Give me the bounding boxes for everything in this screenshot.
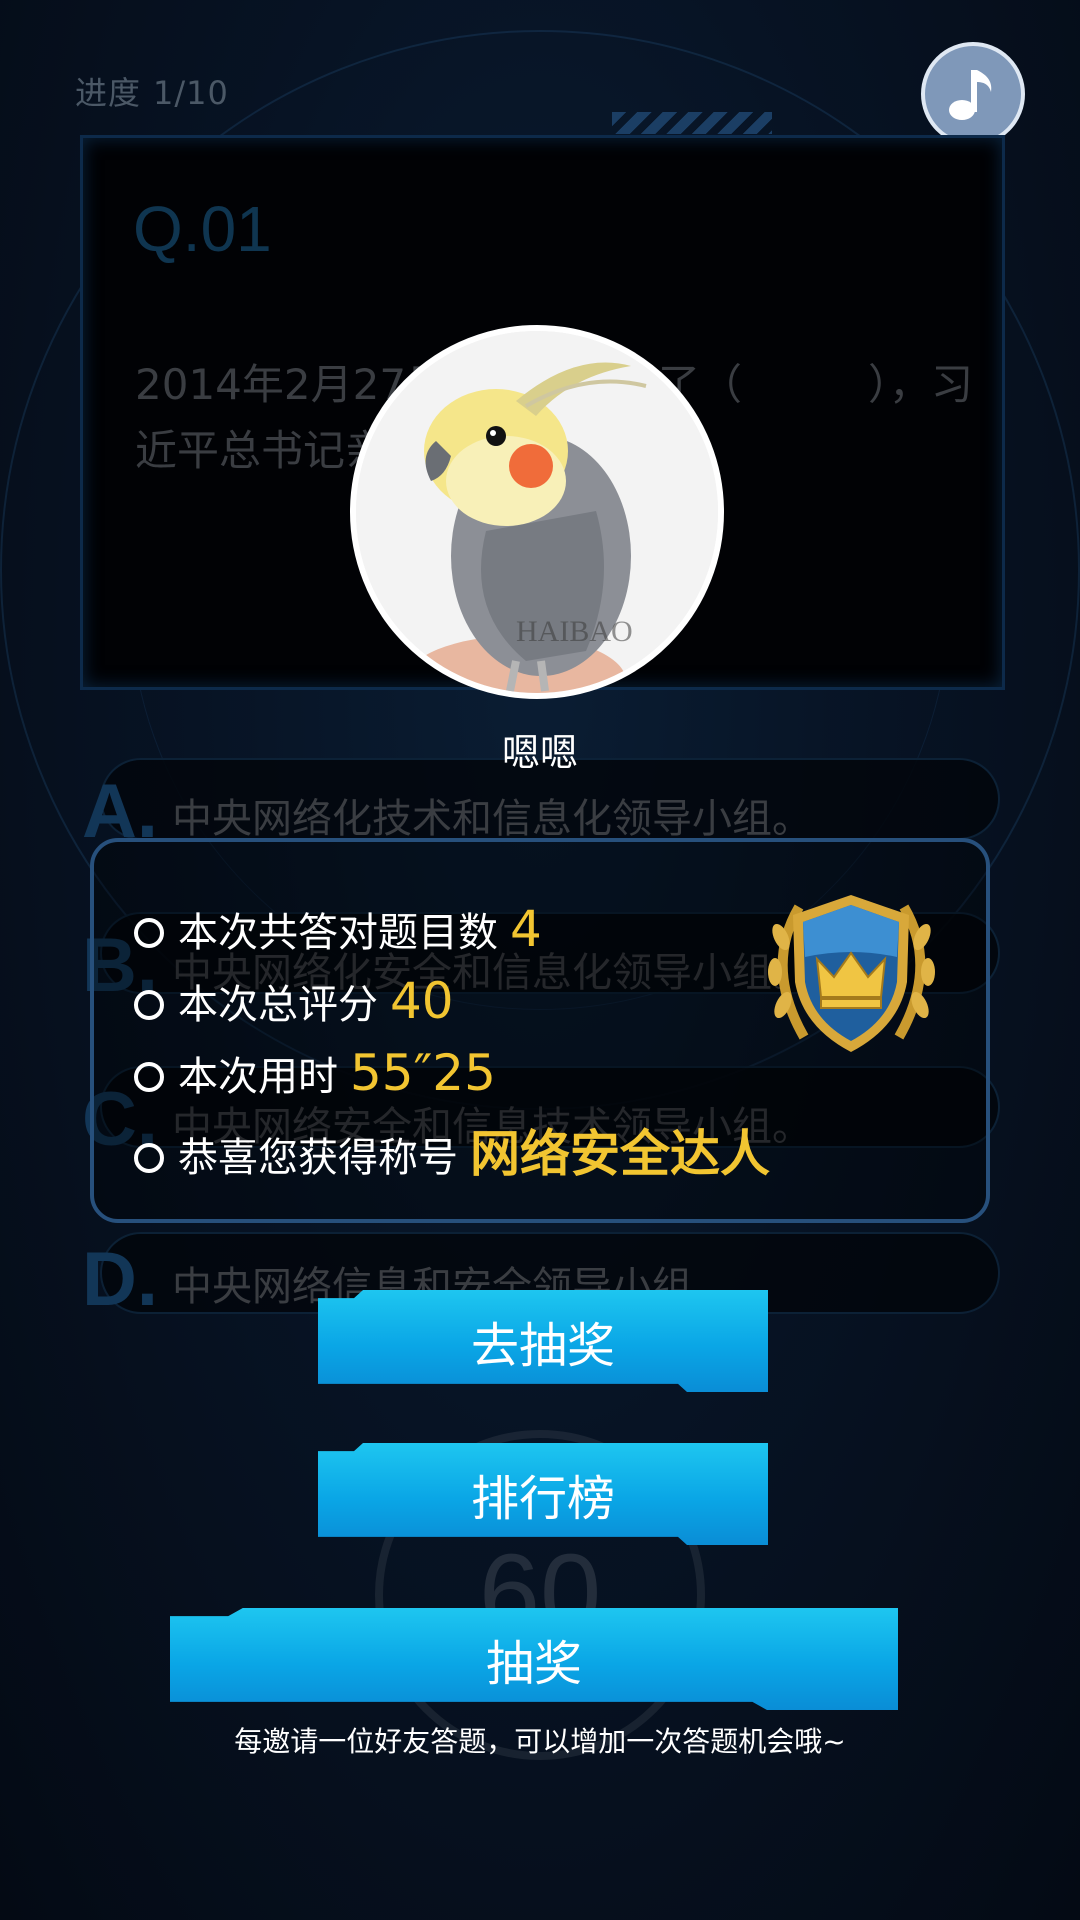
circle-bullet-icon	[134, 1062, 164, 1092]
progress-indicator: 进度 1/10	[75, 68, 229, 114]
progress-value: 1/10	[153, 74, 229, 112]
result-panel: 本次共答对题目数 4 本次总评分 40 本次用时 55″25 恭喜您获得称号 网…	[90, 838, 990, 1223]
invite-hint: 每邀请一位好友答题，可以增加一次答题机会哦~	[234, 1725, 846, 1758]
score-label: 本次总评分	[178, 982, 378, 1028]
ranking-button[interactable]: 排行榜	[318, 1443, 768, 1545]
option-d-letter: D.	[82, 1237, 158, 1322]
user-nickname: 嗯嗯	[501, 731, 578, 775]
title-label: 恭喜您获得称号	[178, 1135, 458, 1181]
go-draw-button[interactable]: 去抽奖	[318, 1290, 768, 1392]
circle-bullet-icon	[134, 1143, 164, 1173]
result-title-row: 恭喜您获得称号 网络安全达人	[134, 1114, 770, 1186]
user-avatar: HAIBAO	[350, 325, 724, 699]
circle-bullet-icon	[134, 918, 164, 948]
progress-label: 进度	[75, 74, 142, 112]
panel-stripe-decoration	[612, 112, 772, 134]
question-number: Q.01	[133, 193, 272, 265]
parrot-image: HAIBAO	[356, 331, 718, 693]
crown-shield-badge-icon	[768, 895, 935, 1052]
draw-button[interactable]: 抽奖	[170, 1608, 898, 1710]
result-time-row: 本次用时 55″25	[134, 1044, 496, 1102]
avatar-watermark: HAIBAO	[516, 615, 633, 648]
circle-bullet-icon	[134, 990, 164, 1020]
time-value: 55″25	[350, 1044, 496, 1102]
title-value: 网络安全达人	[470, 1125, 770, 1183]
music-toggle-button[interactable]	[921, 42, 1025, 146]
result-score-row: 本次总评分 40	[134, 972, 454, 1030]
correct-label: 本次共答对题目数	[178, 910, 498, 956]
score-value: 40	[390, 972, 454, 1030]
time-label: 本次用时	[178, 1054, 338, 1100]
result-correct-row: 本次共答对题目数 4	[134, 900, 542, 958]
correct-value: 4	[510, 900, 542, 958]
music-note-icon	[949, 70, 992, 120]
option-a-text: 中央网络化技术和信息化领导小组。	[172, 796, 812, 842]
